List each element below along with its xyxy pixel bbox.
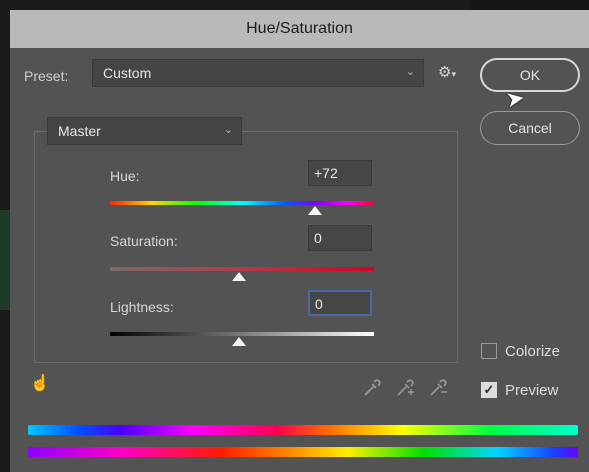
preview-label[interactable]: Preview	[505, 382, 558, 399]
ok-button[interactable]: OK	[480, 58, 580, 92]
eyedropper-plus-icon[interactable]	[395, 376, 415, 398]
saturation-slider-track[interactable]	[110, 267, 374, 271]
eyedropper-minus-icon[interactable]	[428, 376, 448, 398]
colorize-checkbox[interactable]	[481, 343, 497, 359]
output-color-bar	[28, 447, 578, 457]
colorize-label[interactable]: Colorize	[505, 343, 560, 360]
preset-label: Preset:	[24, 68, 69, 84]
channel-value: Master	[58, 123, 101, 139]
saturation-slider-thumb[interactable]	[232, 272, 246, 281]
lightness-label: Lightness:	[110, 299, 174, 315]
hue-slider-thumb[interactable]	[308, 206, 322, 215]
lightness-slider-track[interactable]	[110, 332, 374, 336]
background-edge	[0, 210, 10, 310]
chevron-down-icon: ⌄	[223, 124, 233, 136]
hue-slider-track[interactable]	[110, 201, 374, 205]
channel-dropdown[interactable]: Master ⌄	[47, 117, 242, 145]
chevron-down-icon: ⌄	[405, 66, 415, 78]
preset-value: Custom	[103, 65, 152, 81]
cancel-button[interactable]: Cancel	[480, 111, 580, 145]
targeted-adjustment-hand-icon[interactable]: ☝	[30, 373, 50, 393]
saturation-label: Saturation:	[110, 233, 178, 249]
lightness-input[interactable]: 0	[308, 290, 372, 316]
preview-checkbox[interactable]: ✓	[481, 382, 497, 398]
hue-input[interactable]: +72	[308, 160, 372, 186]
saturation-input[interactable]: 0	[308, 225, 372, 251]
input-color-bar	[28, 425, 578, 435]
hue-saturation-dialog: Hue/Saturation Preset: Custom ⌄ ⚙▾ OK Ca…	[10, 10, 589, 472]
dialog-title[interactable]: Hue/Saturation	[10, 10, 589, 48]
preset-dropdown[interactable]: Custom ⌄	[92, 59, 424, 87]
adjustment-panel	[34, 131, 458, 363]
eyedropper-icon[interactable]	[362, 376, 382, 398]
hue-label: Hue:	[110, 168, 140, 184]
settings-gear-icon[interactable]: ⚙▾	[438, 63, 456, 81]
lightness-slider-thumb[interactable]	[232, 337, 246, 346]
